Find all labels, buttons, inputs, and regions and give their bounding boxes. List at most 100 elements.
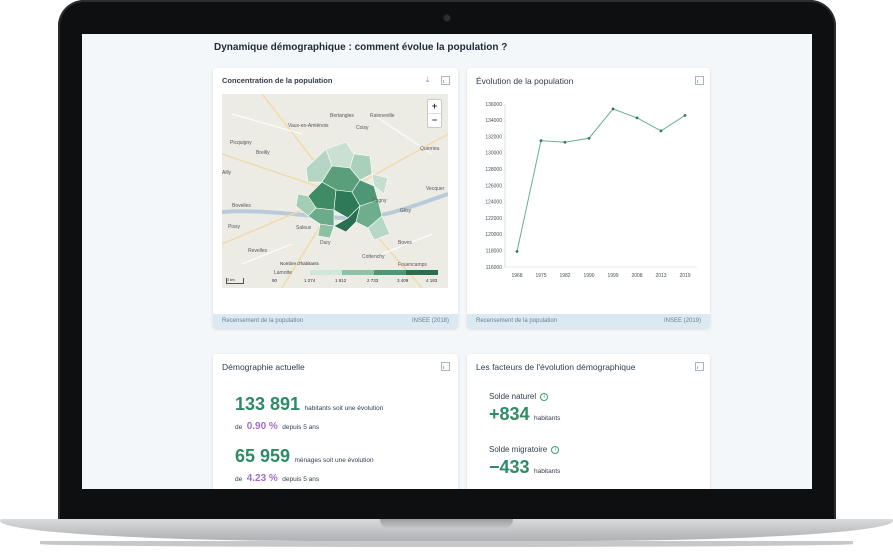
households-pct: 4.23 % xyxy=(246,473,278,484)
factors-card-title: Les facteurs de l'évolution démographiqu… xyxy=(476,362,636,372)
population-text: habitants soit une évolution xyxy=(304,405,384,412)
map-town-label: Ailly xyxy=(222,170,232,176)
map-town-label: Dury xyxy=(320,240,331,246)
x-tick-label: 1990 xyxy=(583,273,594,279)
natural-balance-label: Solde naturel xyxy=(489,392,537,401)
households-suffix: depuis 5 ans xyxy=(282,476,320,483)
migration-balance-value: −433 xyxy=(489,457,530,477)
laptop-notch xyxy=(380,519,513,529)
migration-balance-label: Solde migratoire xyxy=(489,445,548,454)
map-town-label: Vecquer xyxy=(426,186,445,192)
map-town-label: Rainneville xyxy=(370,113,395,119)
source-year: INSEE (2018) xyxy=(411,318,449,324)
page-title: Dynamique démographique : comment évolue… xyxy=(214,42,508,53)
y-tick-label: 116000 xyxy=(486,265,503,271)
migration-balance-label-row: Solde migratoire i xyxy=(489,439,560,457)
legend-swatch xyxy=(310,270,342,275)
data-point[interactable] xyxy=(539,139,543,143)
map-town-label: Pissy xyxy=(228,224,240,230)
map-zoom-control: + − xyxy=(427,99,442,128)
y-tick-label: 122000 xyxy=(485,216,502,222)
households-prefix: de xyxy=(235,476,243,483)
y-tick-label: 124000 xyxy=(485,200,502,206)
map-town-label: Saleux xyxy=(296,225,312,231)
map-town-label: Bertangles xyxy=(330,113,354,119)
source-bar: Recensement de la population INSEE (2018… xyxy=(213,314,458,328)
population-map[interactable]: Bertangles Rainneville Vaux-en-Amiénois … xyxy=(222,94,448,288)
households-stat: 65 959 ménages soit une évolution xyxy=(235,446,374,467)
source-year: INSEE (2019) xyxy=(663,318,701,324)
chart-icon[interactable] xyxy=(695,362,704,371)
legend-tick: 1 812 xyxy=(335,278,347,283)
migration-balance-stat: −433 habitants xyxy=(489,457,560,478)
population-stat: 133 891 habitants soit une évolution xyxy=(235,394,383,415)
map-card: Concentration de la population ⤓ Bertang… xyxy=(213,68,458,328)
data-point[interactable] xyxy=(683,114,687,117)
legend-tick: 90 xyxy=(272,278,278,283)
chart-icon[interactable] xyxy=(695,76,704,85)
demography-card-title: Démographie actuelle xyxy=(222,362,305,372)
y-tick-label: 136000 xyxy=(485,102,502,108)
y-tick-label: 126000 xyxy=(485,183,502,189)
legend-tick: 4 183 xyxy=(426,278,438,283)
demography-card: Démographie actuelle 133 891 habitants s… xyxy=(213,354,458,489)
population-trend: de 0.90 % depuis 5 ans xyxy=(235,416,319,434)
webcam xyxy=(444,15,450,21)
households-trend: de 4.23 % depuis 5 ans xyxy=(235,468,319,486)
legend-swatch xyxy=(374,270,406,275)
evolution-card: Évolution de la population 116000 118000 1… xyxy=(467,68,710,328)
x-tick-label: 1982 xyxy=(559,273,570,279)
map-town-label: Bovelles xyxy=(232,203,251,209)
x-tick-label: 2019 xyxy=(679,273,690,279)
map-town-label: Picquigny xyxy=(230,140,252,146)
legend-tick: 2 733 xyxy=(367,278,379,283)
population-line-chart: 116000 118000 120000 122000 124000 126000 1280… xyxy=(485,102,697,279)
source-label: Recensement de la population xyxy=(222,318,304,324)
chart-icon[interactable] xyxy=(441,76,450,85)
x-tick-label: 2013 xyxy=(655,273,666,279)
legend-tick: 3 409 xyxy=(397,278,409,283)
info-icon[interactable]: i xyxy=(551,446,560,454)
map-town-label: Glisy xyxy=(400,208,412,214)
map-scale: 3 km xyxy=(226,278,244,284)
data-point[interactable] xyxy=(611,107,615,111)
y-tick-label: 130000 xyxy=(485,151,502,157)
download-icon[interactable]: ⤓ xyxy=(423,75,432,84)
y-tick-label: 134000 xyxy=(485,118,502,124)
zoom-out-button[interactable]: − xyxy=(428,114,441,127)
info-icon[interactable]: i xyxy=(540,393,549,401)
data-point[interactable] xyxy=(659,129,663,133)
data-point[interactable] xyxy=(635,116,639,120)
map-town-label: Cagny xyxy=(372,198,387,204)
population-pct: 0.90 % xyxy=(246,421,278,432)
map-town-label: Coisy xyxy=(356,125,369,131)
x-tick-label: 1968 xyxy=(511,273,522,279)
data-point[interactable] xyxy=(587,136,591,140)
map-card-title: Concentration de la population xyxy=(222,76,333,85)
map-town-label: Boves xyxy=(398,240,412,246)
map-legend: Nombre d'habitants 90 1 274 1 812 2 733 … xyxy=(272,261,448,288)
chart-icon[interactable] xyxy=(441,362,450,371)
population-prefix: de xyxy=(235,424,243,431)
map-roads xyxy=(222,94,448,288)
data-point[interactable] xyxy=(563,140,567,144)
source-label: Recensement de la population xyxy=(476,318,558,324)
legend-title: Nombre d'habitants xyxy=(280,261,319,266)
map-town-label: Querrieu xyxy=(420,146,440,152)
factors-card: Les facteurs de l'évolution démographiqu… xyxy=(467,354,710,489)
households-value: 65 959 xyxy=(235,446,291,466)
x-tick-label: 2008 xyxy=(631,273,642,279)
zoom-in-button[interactable]: + xyxy=(428,100,441,114)
x-tick-label: 1975 xyxy=(535,273,546,279)
population-value: 133 891 xyxy=(235,394,301,414)
map-town-label: Revelles xyxy=(248,248,268,254)
legend-swatch xyxy=(406,270,438,275)
data-point[interactable] xyxy=(515,250,519,253)
map-town-label: Breilly xyxy=(256,150,270,156)
evolution-card-title: Évolution de la population xyxy=(476,76,574,86)
population-suffix: depuis 5 ans xyxy=(282,424,320,431)
households-text: ménages soit une évolution xyxy=(294,457,374,464)
natural-balance-label-row: Solde naturel i xyxy=(489,386,549,404)
laptop-shadow xyxy=(40,541,853,547)
migration-balance-unit: habitants xyxy=(534,468,561,475)
